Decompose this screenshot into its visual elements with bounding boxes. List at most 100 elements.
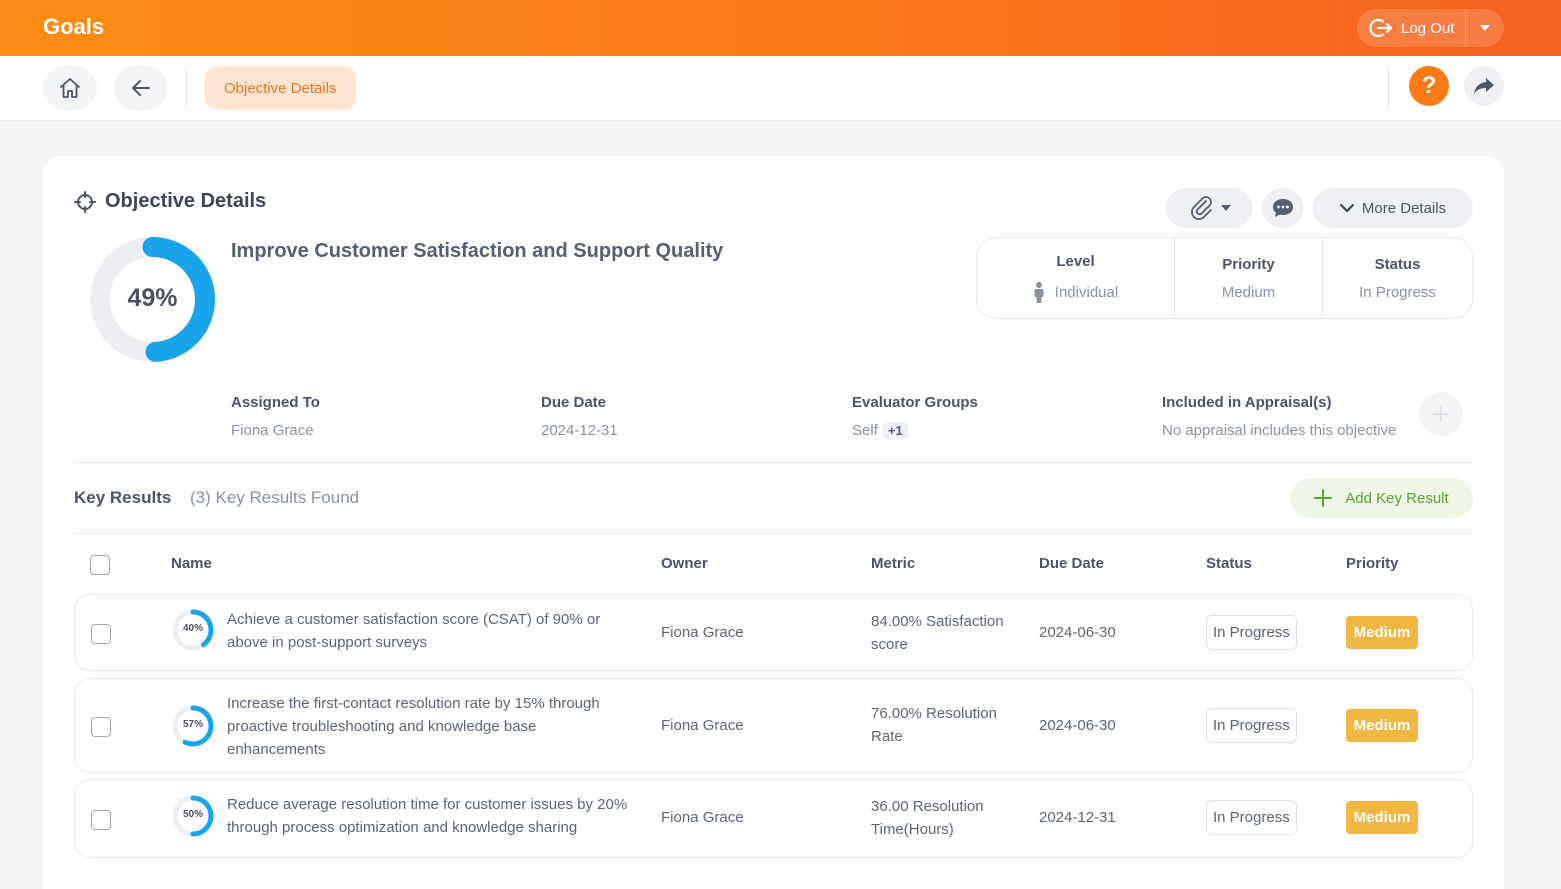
toolbar-divider	[186, 67, 187, 109]
row-name-line: proactive troubleshooting and knowledge …	[227, 718, 537, 735]
evaluator-groups-more-badge[interactable]: +1	[882, 422, 908, 439]
table-row[interactable]: 40% Achieve a customer satisfaction scor…	[74, 594, 1473, 671]
row-owner: Fiona Grace	[661, 624, 744, 641]
row-metric: 84.00% Satisfaction score	[871, 610, 1004, 656]
column-header-metric[interactable]: Metric	[871, 555, 915, 572]
row-metric: 36.00 Resolution Time(Hours)	[871, 795, 984, 841]
plus-icon	[1433, 406, 1449, 422]
app-title: Goals	[43, 14, 105, 39]
more-details-label: More Details	[1361, 199, 1447, 217]
objective-title: Improve Customer Satisfaction and Suppor…	[231, 240, 724, 262]
back-arrow-icon	[132, 80, 150, 96]
row-metric-line: 36.00 Resolution	[871, 798, 984, 815]
status-value: In Progress	[1359, 283, 1436, 301]
logout-menu-toggle[interactable]	[1466, 9, 1504, 47]
section-title: Objective Details	[105, 190, 267, 212]
home-icon	[60, 78, 80, 98]
row-priority-badge: Medium	[1346, 616, 1418, 649]
table-row[interactable]: 57% Increase the first-contact resolutio…	[74, 678, 1473, 773]
caret-down-icon	[1480, 25, 1490, 31]
objective-card: Objective Details More Details 49% Impro…	[43, 156, 1504, 889]
meta-status: Status In Progress	[1323, 238, 1472, 318]
row-checkbox[interactable]	[91, 810, 111, 830]
plus-icon	[1314, 489, 1333, 507]
paperclip-icon	[1190, 196, 1212, 220]
row-owner: Fiona Grace	[661, 809, 744, 826]
row-checkbox[interactable]	[91, 624, 111, 644]
row-name-line: enhancements	[227, 741, 326, 758]
attachment-button[interactable]	[1166, 188, 1253, 228]
column-header-owner[interactable]: Owner	[661, 555, 708, 572]
priority-label: Priority	[1222, 255, 1275, 273]
row-progress-label: 50%	[182, 809, 203, 820]
row-due-date: 2024-06-30	[1039, 624, 1116, 641]
select-all-checkbox[interactable]	[90, 555, 110, 575]
toolbar-divider	[1388, 67, 1389, 109]
status-label: Status	[1374, 255, 1421, 273]
add-key-result-button[interactable]: Add Key Result	[1290, 478, 1473, 518]
share-button[interactable]	[1464, 66, 1504, 106]
logout-icon	[1369, 18, 1393, 38]
app-header: Goals Log Out	[0, 0, 1561, 56]
evaluator-group-self: Self	[852, 422, 878, 439]
table-row[interactable]: 50% Reduce average resolution time for c…	[74, 779, 1473, 858]
row-status-badge: In Progress	[1206, 800, 1297, 835]
row-due-date: 2024-12-31	[1039, 809, 1116, 826]
objective-meta-box: Level Individual Priority Medium Status …	[976, 237, 1473, 319]
row-progress-label: 57%	[182, 719, 203, 730]
table-top-divider	[74, 533, 1473, 534]
home-button[interactable]	[43, 66, 97, 110]
row-owner: Fiona Grace	[661, 717, 744, 734]
assigned-to-label: Assigned To	[231, 394, 320, 411]
column-header-name[interactable]: Name	[171, 555, 212, 572]
row-metric-line: Rate	[871, 728, 903, 745]
logout-button-group: Log Out	[1357, 9, 1504, 47]
back-button[interactable]	[114, 66, 168, 110]
column-header-priority[interactable]: Priority	[1346, 555, 1399, 572]
breadcrumb-objective-details[interactable]: Objective Details	[205, 66, 356, 110]
row-name[interactable]: Achieve a customer satisfaction score (C…	[227, 608, 600, 654]
row-status-badge: In Progress	[1206, 708, 1297, 743]
help-icon: ?	[1421, 72, 1437, 99]
column-header-status[interactable]: Status	[1206, 555, 1252, 572]
row-progress-label: 40%	[182, 623, 203, 634]
row-status-badge: In Progress	[1206, 615, 1297, 650]
meta-priority: Priority Medium	[1175, 238, 1323, 318]
comment-button[interactable]	[1262, 188, 1303, 228]
due-date-label: Due Date	[541, 394, 607, 411]
logout-label: Log Out	[1401, 19, 1455, 37]
row-name-line: Increase the first-contact resolution ra…	[227, 695, 600, 712]
logout-button[interactable]: Log Out	[1357, 9, 1465, 47]
appraisal-label: Included in Appraisal(s)	[1162, 394, 1332, 411]
row-name-line: through process optimization and knowled…	[227, 819, 578, 836]
row-metric-line: score	[871, 636, 908, 653]
row-name-line: Achieve a customer satisfaction score (C…	[227, 611, 601, 628]
row-metric-line: 76.00% Resolution	[871, 705, 997, 722]
assigned-to-value: Fiona Grace	[231, 422, 314, 439]
row-due-date: 2024-06-30	[1039, 717, 1116, 734]
row-checkbox[interactable]	[91, 717, 111, 737]
level-label: Level	[1056, 253, 1095, 270]
key-results-count: (3) Key Results Found	[190, 488, 360, 507]
priority-value: Medium	[1221, 283, 1276, 301]
due-date-value: 2024-12-31	[541, 422, 618, 439]
evaluator-groups-label: Evaluator Groups	[852, 394, 978, 411]
toolbar: Objective Details ?	[0, 56, 1561, 121]
section-divider	[74, 462, 1473, 463]
share-icon	[1474, 78, 1494, 94]
column-header-due-date[interactable]: Due Date	[1039, 555, 1104, 572]
row-priority-badge: Medium	[1346, 801, 1418, 834]
add-key-result-label: Add Key Result	[1345, 489, 1449, 507]
row-name[interactable]: Reduce average resolution time for custo…	[227, 793, 627, 839]
row-name[interactable]: Increase the first-contact resolution ra…	[227, 692, 600, 761]
more-details-button[interactable]: More Details	[1313, 188, 1473, 228]
comment-icon	[1272, 199, 1293, 217]
row-metric-line: Time(Hours)	[871, 821, 954, 838]
meta-level: Level Individual	[977, 238, 1175, 318]
help-button[interactable]: ?	[1409, 66, 1449, 106]
caret-down-icon	[1220, 205, 1231, 211]
add-appraisal-button[interactable]	[1419, 392, 1463, 436]
chevron-down-icon	[1339, 203, 1354, 212]
row-name-line: above in post-support surveys	[227, 634, 428, 651]
row-metric-line: 84.00% Satisfaction	[871, 613, 1004, 630]
